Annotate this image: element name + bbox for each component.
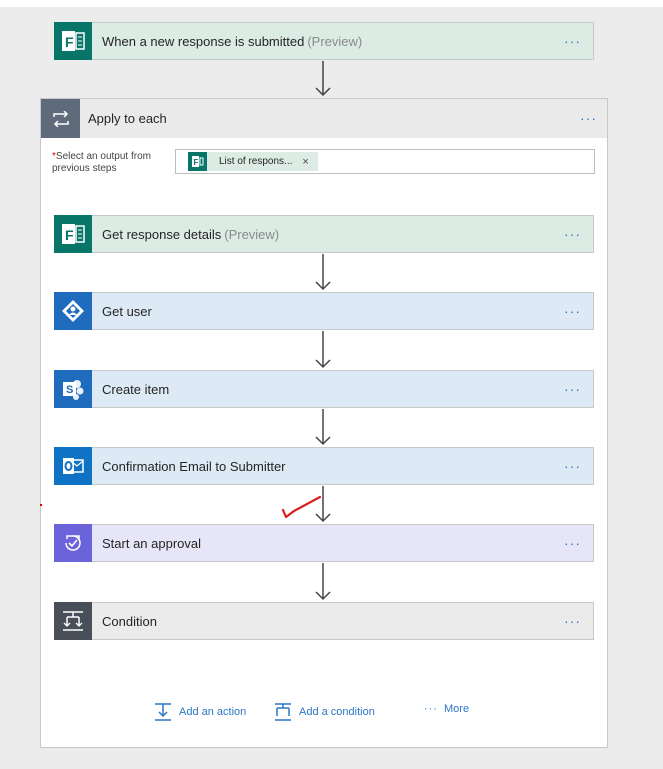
more-options-button[interactable]: ··· — [564, 227, 581, 241]
more-options-button[interactable]: ··· — [564, 382, 581, 396]
forms-icon: F — [54, 21, 92, 60]
outlook-icon — [54, 446, 92, 485]
add-condition-icon — [275, 703, 291, 721]
add-condition-button[interactable]: Add a condition — [273, 703, 375, 721]
red-checkmark-annotation — [281, 495, 322, 519]
more-dots-icon: ··· — [424, 703, 438, 715]
approval-icon — [54, 523, 92, 562]
azure-ad-icon — [54, 291, 92, 330]
token-label: List of respons... — [219, 156, 293, 167]
step-title: Create item — [102, 381, 170, 397]
forms-icon: F — [188, 152, 207, 171]
connector-arrow — [315, 61, 331, 97]
forms-icon: F — [54, 214, 92, 253]
step-title: Start an approval — [102, 535, 202, 551]
select-output-field[interactable]: F List of respons... × — [175, 149, 595, 174]
add-action-icon — [155, 703, 171, 721]
step-card-condition[interactable]: Condition ··· — [54, 601, 594, 640]
step-card-start-approval[interactable]: Start an approval ··· — [54, 523, 594, 562]
more-options-button[interactable]: ··· — [580, 111, 597, 125]
connector-arrow — [315, 331, 331, 369]
add-action-label: Add an action — [179, 706, 247, 718]
trigger-card[interactable]: F When a new response is submitted (Previ… — [54, 21, 594, 60]
dynamic-content-token[interactable]: F List of respons... × — [188, 152, 318, 171]
step-card-create-item[interactable]: S Create item ··· — [54, 369, 594, 408]
more-options-button[interactable]: ··· — [564, 459, 581, 473]
apply-to-each-title: Apply to each — [88, 111, 167, 126]
apply-to-each-header[interactable]: Apply to each ··· — [41, 99, 607, 138]
trigger-title: When a new response is submitted (Preview… — [102, 33, 363, 49]
loop-icon — [41, 99, 80, 138]
add-action-button[interactable]: Add an action — [153, 703, 246, 721]
step-title: Get response details (Preview) — [102, 226, 280, 242]
connector-arrow — [315, 563, 331, 601]
svg-text:F: F — [65, 34, 74, 50]
more-options-button[interactable]: ··· — [564, 34, 581, 48]
add-condition-label: Add a condition — [299, 706, 375, 718]
svg-text:F: F — [194, 158, 199, 167]
remove-token-icon[interactable]: × — [302, 156, 308, 168]
condition-icon — [54, 601, 92, 640]
more-options-button[interactable]: ··· — [564, 304, 581, 318]
more-button[interactable]: ··· More — [424, 703, 469, 715]
step-card-confirmation-email[interactable]: Confirmation Email to Submitter ··· — [54, 446, 594, 485]
top-bar — [0, 0, 663, 7]
select-output-label: *Select an output from previous steps — [52, 151, 151, 174]
more-options-button[interactable]: ··· — [564, 536, 581, 550]
red-mark — [40, 504, 42, 506]
connector-arrow — [315, 409, 331, 446]
connector-arrow — [315, 254, 331, 291]
svg-text:S: S — [66, 384, 73, 396]
step-card-get-response-details[interactable]: F Get response details (Preview) ··· — [54, 214, 594, 253]
step-card-get-user[interactable]: Get user ··· — [54, 291, 594, 330]
step-title: Condition — [102, 613, 157, 629]
more-label: More — [444, 703, 470, 715]
sharepoint-icon: S — [54, 369, 92, 408]
svg-text:F: F — [65, 227, 74, 243]
more-options-button[interactable]: ··· — [564, 614, 581, 628]
step-title: Confirmation Email to Submitter — [102, 458, 286, 474]
step-title: Get user — [102, 303, 152, 319]
